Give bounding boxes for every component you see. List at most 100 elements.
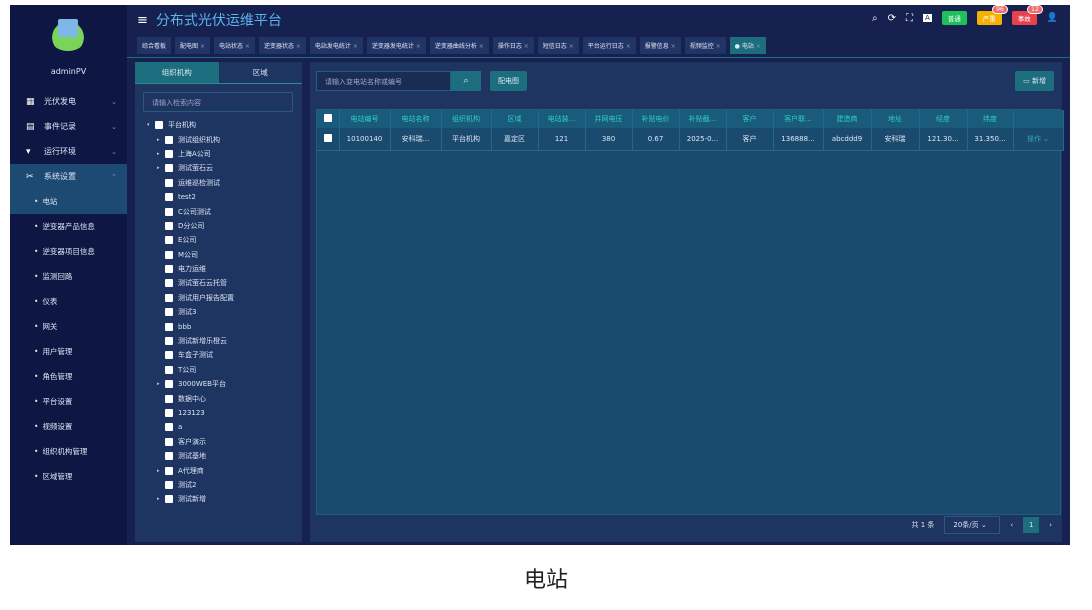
checkbox[interactable] xyxy=(165,452,173,461)
tree-node[interactable]: D分公司 xyxy=(135,219,302,233)
tab[interactable]: 电站状态 × xyxy=(213,37,255,54)
checkbox[interactable] xyxy=(165,164,173,173)
tree-node[interactable]: 数据中心 xyxy=(135,391,302,405)
alarm-badge[interactable]: 普通 xyxy=(941,11,967,25)
expand-icon[interactable]: ▸ xyxy=(157,381,165,387)
checkbox[interactable] xyxy=(165,308,173,317)
tree-node[interactable]: 车盒子测试 xyxy=(135,348,302,362)
tree-node[interactable]: 运维巡检测试 xyxy=(135,176,302,190)
close-icon[interactable]: × xyxy=(716,43,721,50)
tree-node[interactable]: C公司测试 xyxy=(135,204,302,218)
sidebar-subitem[interactable]: • 逆变器产品信息 xyxy=(10,214,127,239)
tree-node[interactable]: 电力运维 xyxy=(135,262,302,276)
sidebar-subitem[interactable]: • 逆变器项目信息 xyxy=(10,239,127,264)
sidebar-item[interactable]: ▤ 事件记录 ⌄ xyxy=(10,114,127,139)
tree-node[interactable]: ▸ 上海A公司 xyxy=(135,147,302,161)
tab[interactable]: 平台运行日志 × xyxy=(582,37,636,54)
tree-node[interactable]: a xyxy=(135,420,302,434)
tree-node[interactable]: 123123 xyxy=(135,406,302,420)
tab-org[interactable]: 组织机构 xyxy=(135,62,219,83)
sidebar-item[interactable]: ✂ 系统设置 ⌃ xyxy=(10,164,127,189)
expand-icon[interactable]: ▸ xyxy=(157,496,165,502)
next-page-button[interactable]: › xyxy=(1049,521,1052,529)
add-button[interactable]: ▭ 新增 xyxy=(1015,71,1054,91)
checkbox[interactable] xyxy=(165,135,173,144)
table-row[interactable]: 10100140 安科瑞... 平台机构 嘉定区 121 380 0.67 2025-0...… xyxy=(317,128,1064,151)
checkbox[interactable] xyxy=(165,480,173,489)
tab-region[interactable]: 区域 xyxy=(219,62,303,83)
sidebar-subitem[interactable]: • 角色管理 xyxy=(10,364,127,389)
alarm-badge[interactable]: 严重 96 xyxy=(976,5,1008,25)
tree-node[interactable]: T公司 xyxy=(135,363,302,377)
tree-node[interactable]: 测试3 xyxy=(135,305,302,319)
menu-toggle-icon[interactable]: ≡ xyxy=(137,13,148,28)
fullscreen-icon[interactable]: ⛶ xyxy=(906,13,913,24)
close-icon[interactable]: × xyxy=(296,43,301,50)
actions-dropdown[interactable]: 操作 ⌄ xyxy=(1013,128,1064,151)
close-icon[interactable]: × xyxy=(245,43,250,50)
checkbox[interactable] xyxy=(165,293,173,302)
checkbox[interactable] xyxy=(165,409,173,417)
expand-icon[interactable]: ▾ xyxy=(147,122,155,128)
tree-node[interactable]: M公司 xyxy=(135,248,302,262)
select-all-checkbox[interactable] xyxy=(317,110,340,128)
tree-node[interactable]: 测试萤石云托管 xyxy=(135,276,302,290)
tab[interactable]: 逆变器发电统计 × xyxy=(366,37,426,54)
tree-node[interactable]: 测试用户报告配置 xyxy=(135,291,302,305)
tree-node[interactable]: ▸ 测试新增 xyxy=(135,492,302,506)
tree-node[interactable]: test2 xyxy=(135,190,302,204)
sidebar-subitem[interactable]: • 平台设置 xyxy=(10,389,127,414)
sidebar-subitem[interactable]: • 视频设置 xyxy=(10,414,127,439)
expand-icon[interactable]: ▸ xyxy=(157,468,165,474)
expand-icon[interactable]: ▸ xyxy=(157,137,165,143)
checkbox[interactable] xyxy=(165,149,173,158)
page-1-button[interactable]: 1 xyxy=(1023,517,1040,533)
checkbox[interactable] xyxy=(165,466,173,475)
close-icon[interactable]: × xyxy=(353,43,358,50)
sidebar-item[interactable]: ▦ 光伏发电 ⌄ xyxy=(10,89,127,114)
checkbox[interactable] xyxy=(165,365,173,374)
tree-node[interactable]: 客户演示 xyxy=(135,435,302,449)
checkbox[interactable] xyxy=(165,265,173,274)
checkbox[interactable] xyxy=(165,250,173,259)
sidebar-item[interactable]: ▾ 运行环境 ⌄ xyxy=(10,139,127,164)
search-icon[interactable]: ⌕ xyxy=(872,13,878,24)
checkbox[interactable] xyxy=(165,322,173,331)
tab[interactable]: 逆变器状态 × xyxy=(258,37,306,54)
close-icon[interactable]: × xyxy=(416,43,421,50)
language-icon[interactable]: A xyxy=(922,14,932,22)
diagram-button[interactable]: 配电图 xyxy=(490,71,527,91)
tab[interactable]: 视频监控 × xyxy=(684,37,726,54)
tab[interactable]: 配电图 × xyxy=(175,37,210,54)
checkbox[interactable] xyxy=(165,236,173,245)
close-icon[interactable]: × xyxy=(756,43,761,50)
tree-node[interactable]: E公司 xyxy=(135,233,302,247)
tree-search-input[interactable]: 请输入检索内容 xyxy=(143,92,293,112)
tree-node[interactable]: bbb xyxy=(135,319,302,333)
sidebar-subitem[interactable]: • 电站 xyxy=(10,189,127,214)
tree-node[interactable]: ▸ 测试组织机构 xyxy=(135,132,302,146)
tab[interactable]: ● 电站 × xyxy=(729,37,766,54)
checkbox[interactable] xyxy=(165,380,173,389)
sidebar-subitem[interactable]: • 网关 xyxy=(10,314,127,339)
user-icon[interactable]: 👤 xyxy=(1047,13,1058,23)
tab[interactable]: 操作日志 × xyxy=(492,37,534,54)
close-icon[interactable]: × xyxy=(671,43,676,50)
tab[interactable]: 电站发电统计 × xyxy=(309,37,363,54)
tree-node[interactable]: ▸ A代理商 xyxy=(135,463,302,477)
checkbox[interactable] xyxy=(165,437,173,446)
close-icon[interactable]: × xyxy=(200,43,205,50)
close-icon[interactable]: × xyxy=(479,43,484,50)
sidebar-subitem[interactable]: • 监测回路 xyxy=(10,264,127,289)
tree-node[interactable]: 测试2 xyxy=(135,478,302,492)
checkbox[interactable] xyxy=(155,121,163,130)
checkbox[interactable] xyxy=(165,207,173,216)
tree-node[interactable]: 测试新增乐橙云 xyxy=(135,334,302,348)
prev-page-button[interactable]: ‹ xyxy=(1010,521,1013,529)
checkbox[interactable] xyxy=(165,423,173,432)
sidebar-subitem[interactable]: • 用户管理 xyxy=(10,339,127,364)
checkbox[interactable] xyxy=(165,394,173,403)
refresh-icon[interactable]: ⟳ xyxy=(888,13,896,24)
close-icon[interactable]: × xyxy=(524,43,529,50)
checkbox[interactable] xyxy=(165,178,173,187)
